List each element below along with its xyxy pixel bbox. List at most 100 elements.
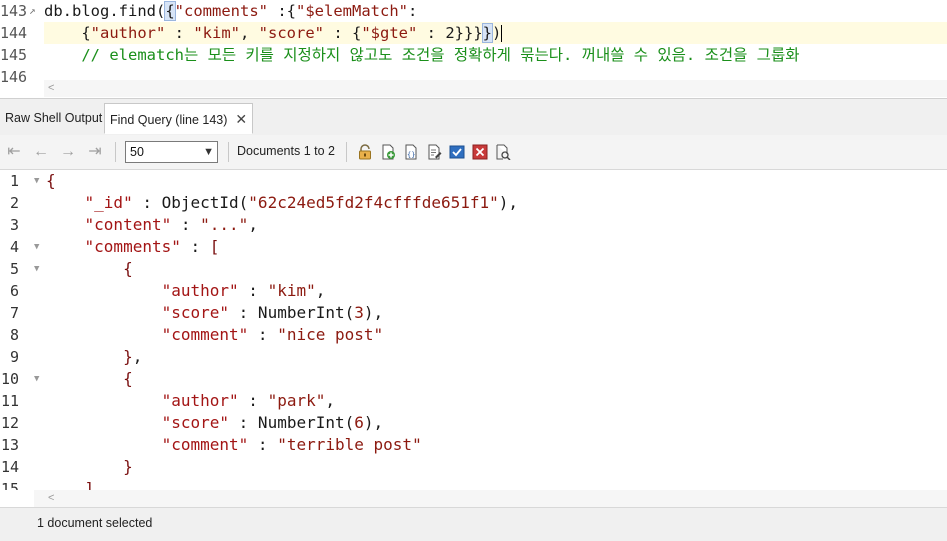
result-line[interactable]: 5 ▼ { xyxy=(0,258,947,280)
first-page-icon[interactable]: ⇤ xyxy=(4,142,24,162)
code-token: : xyxy=(165,24,194,42)
json-token: "score" xyxy=(161,303,230,322)
result-line[interactable]: 14 } xyxy=(0,456,947,478)
json-text: "comments" : [ xyxy=(46,236,220,258)
query-icon[interactable] xyxy=(495,144,511,160)
fold-toggle-icon[interactable]: ▼ xyxy=(34,236,39,258)
json-text: } xyxy=(46,456,133,478)
add-document-icon[interactable] xyxy=(380,144,396,160)
json-token: "kim" xyxy=(267,281,316,300)
next-page-icon[interactable]: → xyxy=(58,142,78,162)
line-number: 5 xyxy=(9,260,19,278)
result-line[interactable]: 13 "comment" : "terrible post" xyxy=(0,434,947,456)
result-line[interactable]: 10 ▼ { xyxy=(0,368,947,390)
editor-line[interactable]: 145 // elematch는 모든 키를 지정하지 않고도 조건을 정확하게… xyxy=(0,44,947,66)
line-number: 2 xyxy=(9,194,19,212)
json-token: , xyxy=(248,215,258,234)
page-size-value: 50 xyxy=(130,145,144,159)
json-token: , xyxy=(315,281,326,300)
json-text: "content" : "...", xyxy=(46,214,258,236)
line-number: 3 xyxy=(9,216,19,234)
json-token: : xyxy=(238,391,268,410)
result-line[interactable]: 12 "score" : NumberInt(6), xyxy=(0,412,947,434)
line-number: 146 xyxy=(0,68,28,86)
result-line[interactable]: 2 "_id" : ObjectId("62c24ed5fd2f4cfffde6… xyxy=(0,192,947,214)
code-token: "$gte" xyxy=(361,24,418,42)
scroll-left-icon[interactable]: < xyxy=(48,490,54,507)
toolbar-divider xyxy=(228,142,229,162)
code-token: "$elemMatch" xyxy=(296,2,408,20)
json-text: "author" : "park", xyxy=(46,390,335,412)
tab-find-query[interactable]: Find Query (line 143) ✕ xyxy=(104,103,254,135)
result-line[interactable]: 6 "author" : "kim", xyxy=(0,280,947,302)
lock-icon[interactable] xyxy=(357,144,373,160)
close-icon[interactable]: ✕ xyxy=(235,104,247,135)
result-line[interactable]: 15 ] xyxy=(0,478,947,490)
code-token: :{ xyxy=(268,2,296,20)
code-token: : 2}}} xyxy=(417,24,483,42)
toolbar-divider xyxy=(115,142,116,162)
line-number: 10 xyxy=(0,370,19,388)
fold-toggle-icon[interactable]: ▼ xyxy=(34,368,39,390)
result-line[interactable]: 8 "comment" : "nice post" xyxy=(0,324,947,346)
fold-toggle-icon[interactable]: ▼ xyxy=(34,170,39,192)
json-token: : xyxy=(171,215,201,234)
code-token: db.blog.find( xyxy=(44,2,166,20)
code-token: "comments" xyxy=(174,2,268,20)
line-number: 11 xyxy=(0,392,19,410)
scroll-left-icon[interactable]: < xyxy=(48,80,54,97)
json-token: , xyxy=(132,347,143,366)
status-bar: 1 document selected xyxy=(0,507,947,541)
edit-json-icon[interactable]: {} xyxy=(403,144,419,160)
json-token: [ xyxy=(209,237,220,256)
result-line[interactable]: 4 ▼ "comments" : [ xyxy=(0,236,947,258)
json-token: } xyxy=(123,457,133,476)
edit-document-icon[interactable] xyxy=(426,144,442,160)
line-number: 145 xyxy=(0,46,28,64)
json-token: : xyxy=(248,435,278,454)
json-token: : xyxy=(238,281,268,300)
viewer-horizontal-scrollbar[interactable]: < xyxy=(34,490,947,507)
fold-toggle-icon[interactable]: ▼ xyxy=(34,258,39,280)
code-token: : xyxy=(407,2,418,20)
editor-line[interactable]: 144 {"author" : "kim", "score" : {"$gte"… xyxy=(0,22,947,44)
line-number: 12 xyxy=(0,414,19,432)
json-token: ), xyxy=(363,413,384,432)
editor-horizontal-scrollbar[interactable]: < xyxy=(44,80,947,97)
result-line[interactable]: 9 }, xyxy=(0,346,947,368)
json-text: "comment" : "terrible post" xyxy=(46,434,422,456)
json-text: "comment" : "nice post" xyxy=(46,324,384,346)
select-all-icon[interactable] xyxy=(449,144,465,160)
line-number: 143 xyxy=(0,2,28,20)
result-line[interactable]: 7 "score" : NumberInt(3), xyxy=(0,302,947,324)
code-text: // elematch는 모든 키를 지정하지 않고도 조건을 정확하게 묶는다… xyxy=(44,44,799,66)
delete-icon[interactable] xyxy=(472,144,488,160)
result-tab-bar: Raw Shell Output Find Query (line 143) ✕ xyxy=(0,98,947,136)
json-text: }, xyxy=(46,346,142,368)
tab-raw-shell-output[interactable]: Raw Shell Output xyxy=(0,103,107,134)
page-size-select[interactable]: 50 ▼ xyxy=(125,141,218,163)
result-text-viewer[interactable]: 1 ▼ {2 "_id" : ObjectId("62c24ed5fd2f4cfff… xyxy=(0,170,947,490)
code-token: "score" xyxy=(258,24,324,42)
line-number: 15 xyxy=(0,480,19,490)
line-number: 14 xyxy=(0,458,19,476)
json-token: ] xyxy=(84,479,95,490)
json-token: ), xyxy=(498,193,519,212)
json-text: { xyxy=(46,368,133,390)
tab-label: Raw Shell Output xyxy=(5,111,103,125)
result-line[interactable]: 11 "author" : "park", xyxy=(0,390,947,412)
result-line[interactable]: 3 "content" : "...", xyxy=(0,214,947,236)
json-token: "author" xyxy=(161,391,239,410)
previous-page-icon[interactable]: ← xyxy=(31,142,51,162)
result-line[interactable]: 1 ▼ { xyxy=(0,170,947,192)
toolbar-divider xyxy=(346,142,347,162)
last-page-icon[interactable]: ⇥ xyxy=(85,142,105,162)
json-token: { xyxy=(46,171,56,190)
editor-line[interactable]: 143 ↗ db.blog.find({"comments" :{"$elemMat… xyxy=(0,0,947,22)
